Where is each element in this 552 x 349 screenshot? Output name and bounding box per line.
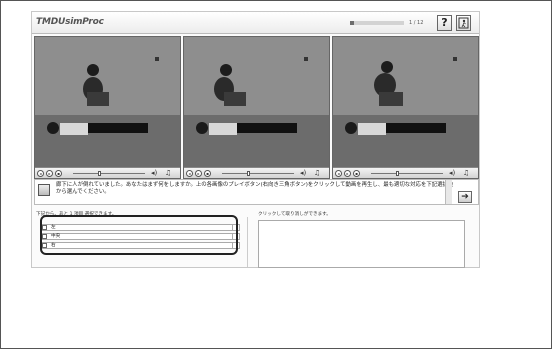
volume-icon[interactable]: ◂): [300, 169, 306, 177]
video-frame-image: [333, 37, 478, 167]
video-frame-image: [184, 37, 329, 167]
music-note-icon[interactable]: ♫: [463, 169, 469, 177]
video-screen[interactable]: [184, 37, 329, 167]
music-note-icon[interactable]: ♫: [314, 169, 320, 177]
volume-icon[interactable]: ◂): [151, 169, 157, 177]
video-screen[interactable]: [333, 37, 478, 167]
help-button[interactable]: ?: [437, 15, 452, 31]
question-box: 廊下に人が倒れていました。あなたはまず何をしますか。上の各画像のプレイボタン(右…: [34, 179, 479, 205]
page-counter: 1 / 12: [409, 20, 424, 26]
seek-knob[interactable]: [247, 171, 250, 176]
video-frame-image: [35, 37, 180, 167]
exit-button[interactable]: [456, 15, 471, 31]
play-icon[interactable]: ▸: [46, 170, 53, 177]
seek-bar[interactable]: [371, 171, 443, 176]
seek-bar[interactable]: [222, 171, 294, 176]
seek-knob[interactable]: [98, 171, 101, 176]
seek-bar[interactable]: [73, 171, 145, 176]
video-panel-center: ◂ ▸ ▪ ◂) ♫: [183, 36, 330, 179]
play-icon[interactable]: ▸: [195, 170, 202, 177]
stop-icon[interactable]: ▪: [204, 170, 211, 177]
progress-bar: [350, 21, 404, 25]
selected-answers-area[interactable]: [258, 220, 465, 268]
stop-icon[interactable]: ▪: [353, 170, 360, 177]
question-text: 廊下に人が倒れていました。あなたはまず何をしますか。上の各画像のプレイボタン(右…: [56, 182, 454, 195]
column-divider: [247, 217, 248, 267]
rewind-icon[interactable]: ◂: [335, 170, 342, 177]
rewind-icon[interactable]: ◂: [37, 170, 44, 177]
video-panel-left: ◂ ▸ ▪ ◂) ♫: [34, 36, 181, 179]
exit-figure-icon: [458, 17, 469, 29]
player-controls: ◂ ▸ ▪ ◂) ♫: [35, 167, 180, 178]
seek-knob[interactable]: [396, 171, 399, 176]
video-row: ◂ ▸ ▪ ◂) ♫ ◂ ▸ ▪ ◂) ♫ ◂ ▸ ▪ ◂) ♫: [34, 36, 479, 179]
play-icon[interactable]: ▸: [344, 170, 351, 177]
player-controls: ◂ ▸ ▪ ◂) ♫: [184, 167, 329, 178]
player-controls: ◂ ▸ ▪ ◂) ♫: [333, 167, 478, 178]
app-header: TMDUsimProc 1 / 12 ?: [32, 12, 479, 34]
volume-icon[interactable]: ◂): [449, 169, 455, 177]
app-logo: TMDUsimProc: [36, 17, 104, 27]
video-screen[interactable]: [35, 37, 180, 167]
undo-instruction: クリックして取り消しができます。: [258, 212, 331, 217]
next-button[interactable]: ➔: [458, 191, 472, 203]
stop-icon[interactable]: ▪: [55, 170, 62, 177]
music-note-icon[interactable]: ♫: [165, 169, 171, 177]
question-icon: [38, 184, 50, 196]
answer-highlight-box: [40, 215, 238, 255]
video-panel-right: ◂ ▸ ▪ ◂) ♫: [332, 36, 479, 179]
question-scrollbar[interactable]: [445, 180, 452, 204]
progress-fill: [350, 21, 355, 25]
rewind-icon[interactable]: ◂: [186, 170, 193, 177]
